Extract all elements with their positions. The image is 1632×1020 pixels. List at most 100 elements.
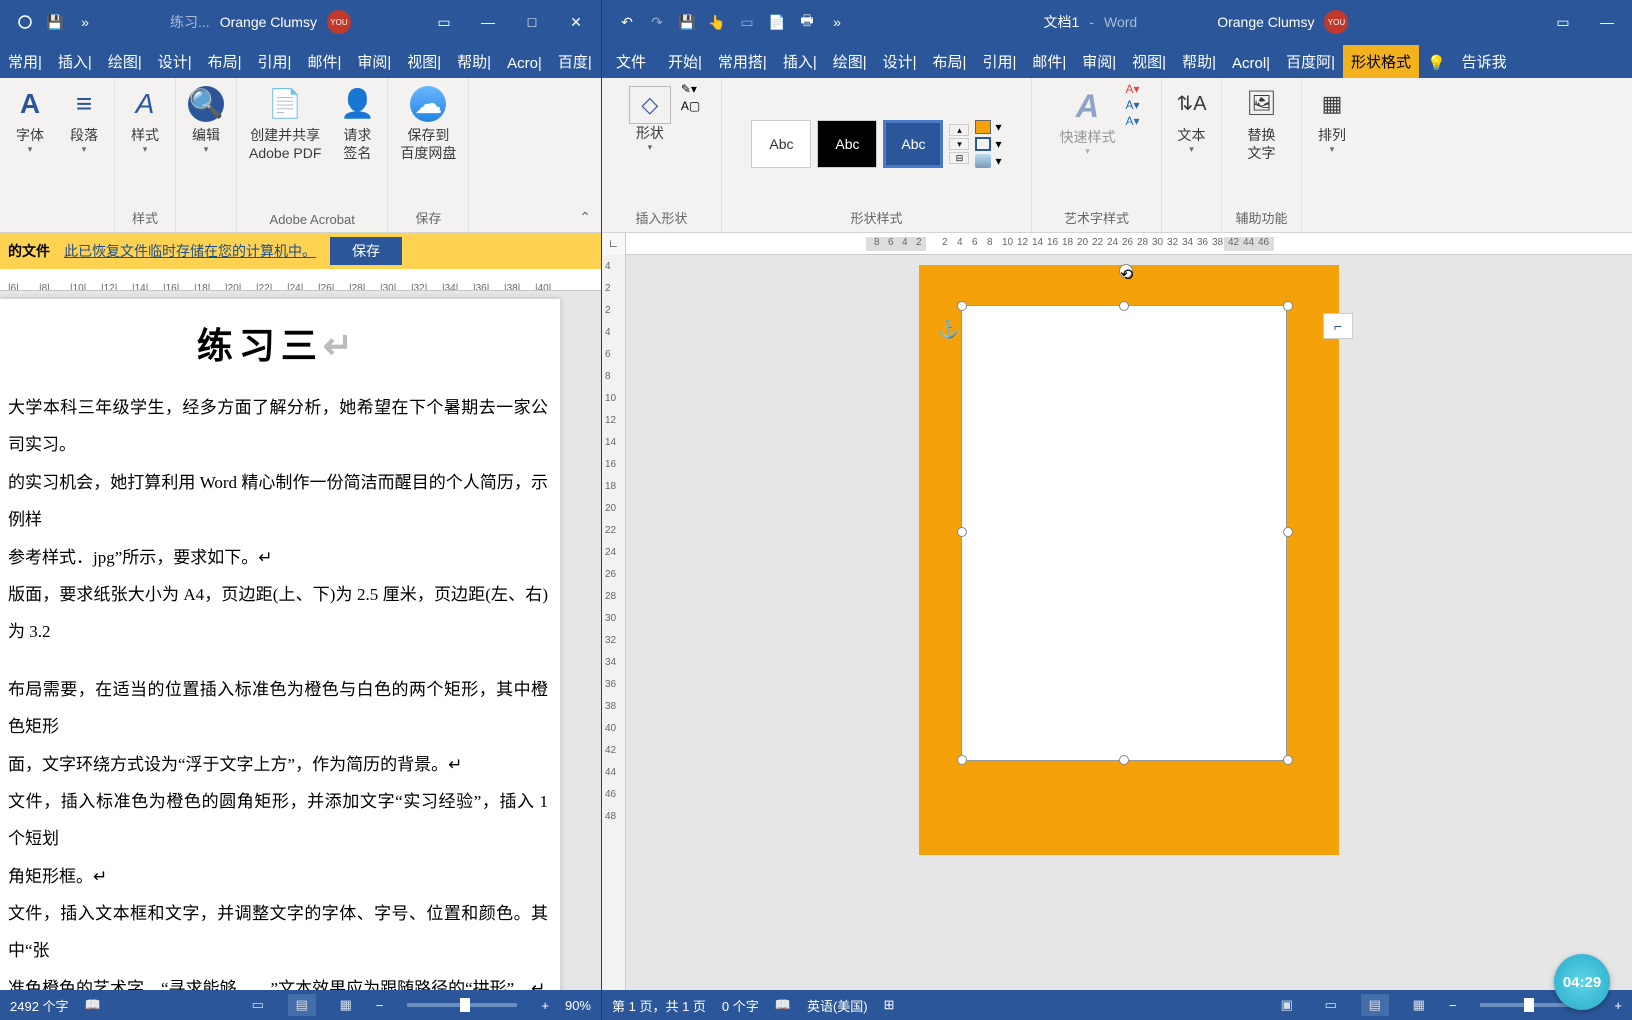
tab-common[interactable]: 常用搭| xyxy=(710,45,775,78)
tab-mailings[interactable]: 邮件| xyxy=(1024,45,1074,78)
paragraph-group-button[interactable]: ≡段落▾ xyxy=(60,82,108,160)
recovery-save-button[interactable]: 保存 xyxy=(330,237,402,265)
styles-button[interactable]: A样式▾ xyxy=(121,82,169,160)
tab-references[interactable]: 引用| xyxy=(974,45,1024,78)
tell-me[interactable]: 告诉我 xyxy=(1454,45,1515,78)
page-indicator[interactable]: 第 1 页，共 1 页 xyxy=(612,996,706,1015)
page-left[interactable]: 练习三↵ 大学本科三年级学生，经多方面了解分析，她希望在下个暑期去一家公司实习。… xyxy=(0,299,560,990)
avatar[interactable]: YOU xyxy=(327,10,351,34)
tab-review[interactable]: 审阅| xyxy=(349,45,399,78)
tab-baidu[interactable]: 百度| xyxy=(550,45,600,78)
tab-review[interactable]: 审阅| xyxy=(1074,45,1124,78)
save-icon[interactable]: 💾 xyxy=(42,9,68,35)
tab-draw[interactable]: 绘图| xyxy=(825,45,875,78)
layout-options-icon[interactable]: ⌐ xyxy=(1323,313,1353,339)
zoom-in-button[interactable]: + xyxy=(1614,998,1622,1013)
zoom-level[interactable]: 90% xyxy=(565,998,591,1013)
tab-insert[interactable]: 插入| xyxy=(775,45,825,78)
text-fill-icon[interactable]: A▾ xyxy=(1125,82,1139,96)
proofing-icon[interactable]: 📖 xyxy=(775,997,791,1013)
shape-style-gallery[interactable]: Abc Abc Abc ▴▾⊟ xyxy=(751,120,969,168)
tab-draw[interactable]: 绘图| xyxy=(100,45,150,78)
ribbon-opts-icon[interactable]: ▭ xyxy=(1542,6,1584,38)
undo-icon[interactable]: ↶ xyxy=(614,9,640,35)
read-mode-icon[interactable]: ▭ xyxy=(1317,994,1345,1016)
tab-acrobat[interactable]: Acrol| xyxy=(1224,49,1278,78)
tab-references[interactable]: 引用| xyxy=(250,45,300,78)
text-outline-icon[interactable]: A▾ xyxy=(1125,98,1139,112)
save-to-baidu-button[interactable]: ☁保存到 百度网盘 xyxy=(394,82,462,166)
new-doc-icon[interactable]: 📄 xyxy=(764,9,790,35)
focus-mode-icon[interactable]: ▣ xyxy=(1273,994,1301,1016)
anchor-icon[interactable]: ⚓ xyxy=(937,319,959,340)
style-swatch-3[interactable]: Abc xyxy=(883,120,943,168)
tab-insert[interactable]: 插入| xyxy=(50,45,100,78)
horizontal-ruler-left[interactable]: |6||8||10||12||14||16||18||20||22||24||2… xyxy=(0,269,601,291)
autosave-toggle[interactable] xyxy=(12,9,38,35)
macro-icon[interactable]: ⊞ xyxy=(884,997,895,1013)
close-button[interactable]: ✕ xyxy=(555,6,597,38)
style-swatch-1[interactable]: Abc xyxy=(751,120,811,168)
ruler-corner[interactable]: ∟ xyxy=(602,233,626,255)
style-swatch-2[interactable]: Abc xyxy=(817,120,877,168)
redo-icon[interactable]: ↷ xyxy=(644,9,670,35)
more-qat-icon[interactable]: » xyxy=(824,9,850,35)
selection-handle[interactable] xyxy=(1119,301,1129,311)
read-mode-icon[interactable]: ▭ xyxy=(244,994,272,1016)
selection-handle[interactable] xyxy=(957,527,967,537)
tab-help[interactable]: 帮助| xyxy=(1174,45,1224,78)
minimize-button[interactable]: — xyxy=(1586,6,1628,38)
tab-design[interactable]: 设计| xyxy=(875,45,925,78)
avatar[interactable]: YOU xyxy=(1324,10,1348,34)
timer-badge[interactable]: 04:29 xyxy=(1554,954,1610,1010)
proofing-icon[interactable]: 📖 xyxy=(85,997,101,1013)
text-effects-icon[interactable]: A▾ xyxy=(1125,114,1139,128)
recovery-message[interactable]: 此已恢复文件临时存储在您的计算机中。 xyxy=(64,241,316,261)
selection-handle[interactable] xyxy=(1119,755,1129,765)
lightbulb-icon[interactable]: 💡 xyxy=(1419,48,1454,78)
zoom-out-button[interactable]: − xyxy=(1449,998,1457,1013)
selection-handle[interactable] xyxy=(1283,755,1293,765)
tab-view[interactable]: 视图| xyxy=(399,45,449,78)
word-count[interactable]: 2492 个字 xyxy=(10,996,69,1015)
minimize-button[interactable]: — xyxy=(467,6,509,38)
font-group-button[interactable]: A字体▾ xyxy=(6,82,54,160)
rotation-handle[interactable]: ⟲ xyxy=(1119,264,1133,278)
text-box-icon[interactable]: A▢ xyxy=(681,99,700,113)
more-qat-icon[interactable]: » xyxy=(72,9,98,35)
ribbon-opts-icon[interactable]: ▭ xyxy=(423,6,465,38)
tab-mailings[interactable]: 邮件| xyxy=(299,45,349,78)
tab-view[interactable]: 视图| xyxy=(1124,45,1174,78)
horizontal-ruler-right[interactable]: 8642246810121416182022242628303234363842… xyxy=(626,233,1632,255)
print-layout-icon[interactable]: ▤ xyxy=(1361,994,1389,1016)
web-layout-icon[interactable]: ▦ xyxy=(332,994,360,1016)
alt-text-button[interactable]: 🖼替换 文字 xyxy=(1238,82,1286,166)
print-icon[interactable]: 🖶 xyxy=(794,9,820,35)
word-count[interactable]: 0 个字 xyxy=(722,996,759,1015)
white-rectangle-selected[interactable] xyxy=(961,305,1287,761)
zoom-in-button[interactable]: + xyxy=(541,998,549,1013)
request-signature-button[interactable]: 👤请求 签名 xyxy=(333,82,381,166)
tab-help[interactable]: 帮助| xyxy=(449,45,499,78)
zoom-out-button[interactable]: − xyxy=(376,998,384,1013)
shape-effects-button[interactable]: ▾ xyxy=(975,154,1001,168)
vertical-ruler-right[interactable]: 4224681012141618202224262830323436384042… xyxy=(602,255,626,990)
create-share-pdf-button[interactable]: 📄创建并共享 Adobe PDF xyxy=(243,82,327,166)
edit-button[interactable]: 🔍编辑▾ xyxy=(182,82,230,160)
arrange-button[interactable]: ▦排列▾ xyxy=(1308,82,1356,160)
tab-layout[interactable]: 布局| xyxy=(200,45,250,78)
selection-handle[interactable] xyxy=(1283,527,1293,537)
tab-acrobat[interactable]: Acro| xyxy=(499,49,550,78)
tab-design[interactable]: 设计| xyxy=(150,45,200,78)
qat-icon[interactable]: ▭ xyxy=(734,9,760,35)
zoom-slider[interactable] xyxy=(407,1003,517,1007)
selection-handle[interactable] xyxy=(957,755,967,765)
tab-baidu[interactable]: 百度阿| xyxy=(1278,45,1343,78)
language-indicator[interactable]: 英语(美国) xyxy=(807,996,868,1015)
touch-mode-icon[interactable]: 👆 xyxy=(704,9,730,35)
print-layout-icon[interactable]: ▤ xyxy=(288,994,316,1016)
selection-handle[interactable] xyxy=(1283,301,1293,311)
shape-fill-button[interactable]: ▾ xyxy=(975,120,1001,134)
shapes-button[interactable]: ◇形状▾ xyxy=(623,82,677,158)
shape-outline-button[interactable]: ▾ xyxy=(975,137,1001,151)
